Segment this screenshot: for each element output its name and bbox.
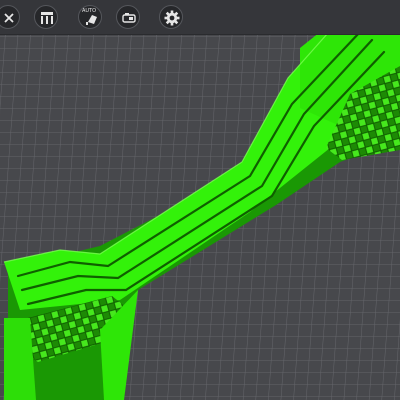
auto-supports-button[interactable]: AUTO bbox=[78, 5, 102, 29]
supports-icon bbox=[41, 12, 53, 24]
close-button[interactable] bbox=[0, 5, 20, 29]
supports-button[interactable] bbox=[34, 5, 58, 29]
gear-icon bbox=[164, 10, 180, 26]
settings-button[interactable] bbox=[159, 5, 183, 29]
slice-icon bbox=[122, 13, 136, 23]
close-icon bbox=[4, 13, 14, 23]
top-toolbar: AUTO bbox=[0, 0, 400, 35]
build-plate-viewport[interactable] bbox=[0, 35, 400, 400]
slicer-app: AUTO bbox=[0, 0, 400, 400]
auto-supports-icon bbox=[86, 15, 97, 25]
slice-button[interactable] bbox=[116, 5, 140, 29]
